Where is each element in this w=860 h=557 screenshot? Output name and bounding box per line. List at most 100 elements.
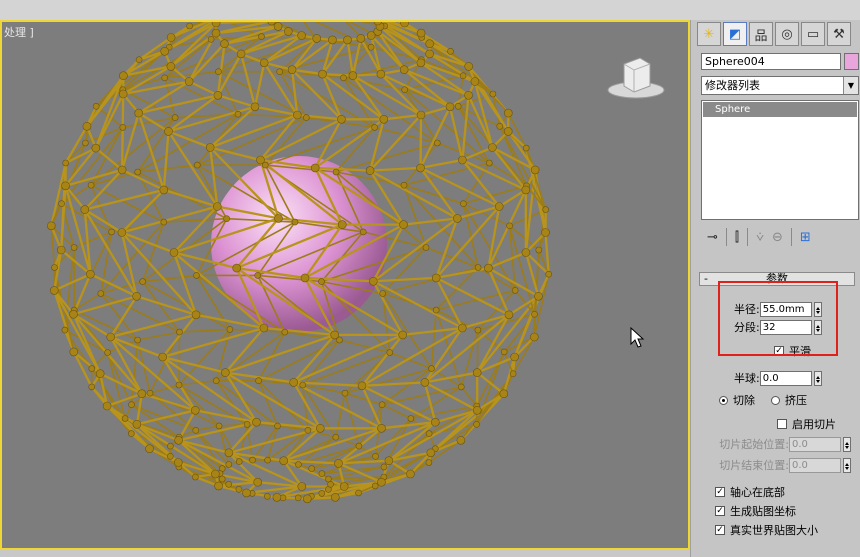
wire-node <box>167 442 174 450</box>
wire-node <box>485 159 493 167</box>
wire-edge <box>430 309 438 370</box>
gen-map-checkbox[interactable]: ✓ <box>715 506 725 516</box>
wire-node <box>368 276 378 286</box>
wire-node <box>458 155 467 165</box>
scene-canvas[interactable] <box>2 22 690 550</box>
chop-radio[interactable] <box>719 395 728 405</box>
real-world-checkbox[interactable]: ✓ <box>715 525 725 535</box>
wire-node <box>401 86 409 93</box>
wire-node <box>263 492 271 500</box>
wire-node <box>425 459 433 466</box>
wire-node <box>145 444 154 454</box>
wire-node <box>484 263 493 273</box>
wire-node <box>521 185 531 195</box>
wire-node <box>334 459 343 468</box>
wire-node <box>359 228 367 236</box>
wire-node <box>119 124 127 131</box>
wire-node <box>186 22 193 30</box>
wire-node <box>272 492 282 502</box>
wire-node <box>343 35 352 45</box>
slice-to-input[interactable]: 0.0 <box>789 457 841 473</box>
wire-edge <box>419 113 423 170</box>
wire-node <box>474 264 482 271</box>
wire-node <box>104 349 111 356</box>
hierarchy-tab-icon[interactable]: 品 <box>749 22 773 46</box>
modifier-list-label: 修改器列表 <box>705 79 760 92</box>
wire-edge <box>368 166 422 172</box>
wire-node <box>318 69 327 79</box>
modifier-list-dropdown[interactable]: 修改器列表 ▼ <box>701 76 859 95</box>
collapse-icon[interactable]: - <box>704 273 708 285</box>
base-to-pivot-row: ✓ 轴心在底部 <box>715 484 785 500</box>
wire-node <box>494 202 504 211</box>
wire-node <box>184 77 194 86</box>
wire-edge <box>120 111 140 172</box>
wire-node <box>315 423 325 433</box>
wire-node <box>215 68 222 76</box>
wire-node <box>407 415 415 422</box>
pin-stack-icon[interactable]: ⊸ <box>707 230 718 245</box>
wire-node <box>530 165 540 175</box>
viewport-label[interactable]: 处理 ] <box>4 24 34 40</box>
object-name-field[interactable]: Sphere004 <box>701 53 841 70</box>
wire-node <box>310 163 320 173</box>
slice-from-spinner[interactable] <box>843 436 851 452</box>
slice-to-spinner[interactable] <box>843 457 851 473</box>
wire-node <box>299 381 307 389</box>
remove-modifier-icon[interactable]: ⊖ <box>772 230 783 245</box>
wire-node <box>399 220 408 229</box>
hemisphere-spinner[interactable] <box>813 370 822 386</box>
configure-sets-icon[interactable]: ⊞ <box>800 230 811 245</box>
wire-node <box>535 246 543 254</box>
wire-node <box>176 328 183 336</box>
squash-radio[interactable] <box>771 395 780 405</box>
wire-node <box>302 494 312 504</box>
base-to-pivot-checkbox[interactable]: ✓ <box>715 487 725 497</box>
wire-node <box>318 470 326 477</box>
mouse-cursor-icon <box>630 327 645 348</box>
wire-node <box>160 46 169 56</box>
slice-on-checkbox[interactable] <box>777 419 787 429</box>
wire-edge <box>360 381 427 387</box>
wire-node <box>464 91 473 100</box>
wire-node <box>300 273 310 283</box>
wire-node <box>294 494 302 502</box>
create-tab-icon[interactable]: ✳ <box>697 22 721 46</box>
wire-node <box>379 115 389 124</box>
wire-node <box>400 181 408 189</box>
wire-node <box>406 469 415 479</box>
wire-node <box>69 309 78 319</box>
show-end-result-icon[interactable]: ⫿ <box>735 230 739 245</box>
wire-node <box>167 452 174 460</box>
stack-item-sphere[interactable]: Sphere <box>703 102 857 117</box>
wire-node <box>499 389 509 399</box>
object-color-swatch[interactable] <box>844 53 859 70</box>
wire-node <box>213 91 223 100</box>
wire-node <box>399 65 409 75</box>
motion-tab-icon[interactable]: ◎ <box>775 22 799 46</box>
wire-node <box>425 430 433 437</box>
modifier-stack[interactable]: Sphere <box>701 100 859 220</box>
wire-node <box>422 244 430 251</box>
wire-node <box>88 365 96 372</box>
hemisphere-input[interactable]: 0.0 <box>759 370 812 386</box>
slice-from-input[interactable]: 0.0 <box>789 436 841 452</box>
wire-node <box>472 368 482 377</box>
wire-edge <box>100 292 181 333</box>
perspective-viewport[interactable]: 处理 ] <box>0 20 690 550</box>
wire-node <box>464 62 474 71</box>
wire-node <box>372 452 379 460</box>
utilities-tab-icon[interactable]: ⚒ <box>827 22 851 46</box>
wire-node <box>367 43 375 51</box>
viewport-bottom-strip <box>0 550 690 557</box>
wire-node <box>460 200 467 207</box>
wire-node <box>211 28 221 38</box>
wire-edge <box>301 384 346 395</box>
make-unique-icon[interactable]: ⩒ <box>756 230 764 245</box>
modify-tab-icon[interactable]: ◩ <box>723 22 747 46</box>
wire-node <box>503 108 513 118</box>
wire-node <box>291 218 299 226</box>
viewcube-icon[interactable] <box>606 52 666 102</box>
dropdown-arrow-icon[interactable]: ▼ <box>843 77 858 94</box>
display-tab-icon[interactable]: ▭ <box>801 22 825 46</box>
